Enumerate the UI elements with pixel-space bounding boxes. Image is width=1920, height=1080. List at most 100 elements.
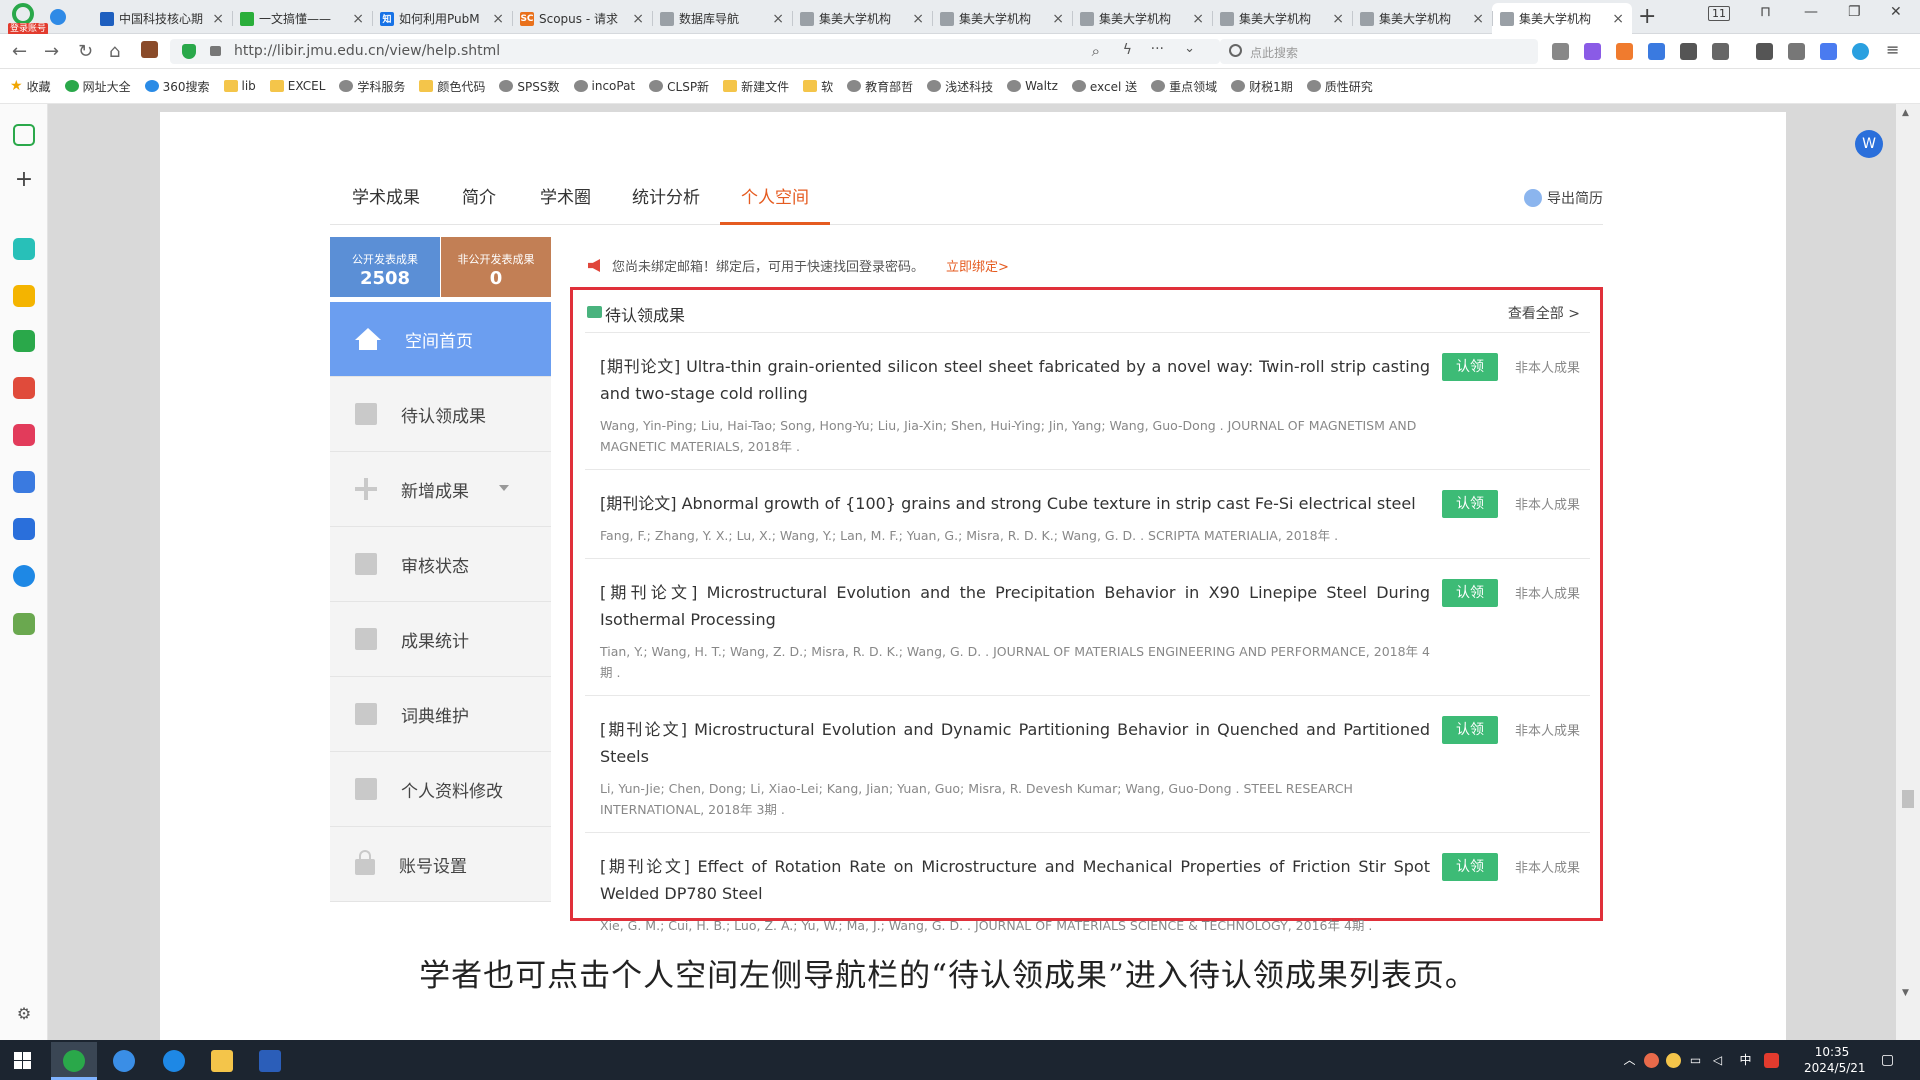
chevron-down-icon[interactable]: ⌄: [1184, 41, 1195, 56]
bookmark-item[interactable]: EXCEL: [269, 79, 325, 93]
extension-orange-icon[interactable]: [1616, 43, 1633, 60]
bookmark-item[interactable]: 颜色代码: [419, 78, 485, 95]
nav-item-result-stats[interactable]: 成果统计: [330, 602, 551, 677]
browser-tab[interactable]: 集美大学机构 ×: [1212, 3, 1352, 34]
ai-icon[interactable]: [1820, 43, 1837, 60]
bookmark-item[interactable]: lib: [223, 79, 256, 93]
browser-tab[interactable]: 集美大学机构 ×: [792, 3, 932, 34]
taskbar-explorer[interactable]: [199, 1042, 245, 1080]
paper-title[interactable]: [期刊论文] Ultra-thin grain-oriented silicon…: [600, 353, 1430, 407]
tab-close-icon[interactable]: ×: [1472, 11, 1484, 27]
not-mine-link[interactable]: 非本人成果: [1515, 720, 1580, 739]
scissors-icon[interactable]: [1552, 43, 1569, 60]
bookmark-item[interactable]: 浅述科技: [927, 78, 993, 95]
browser-tab[interactable]: 集美大学机构 ×: [932, 3, 1072, 34]
claim-button[interactable]: 认领: [1442, 716, 1498, 744]
side-scissors-icon[interactable]: [13, 613, 35, 635]
windows-start-icon[interactable]: [14, 1052, 31, 1069]
paper-title[interactable]: [期刊论文] Abnormal growth of {100} grains a…: [600, 490, 1430, 517]
bookmark-item[interactable]: Waltz: [1007, 79, 1058, 93]
not-mine-link[interactable]: 非本人成果: [1515, 494, 1580, 513]
ime-sogou-icon[interactable]: [1764, 1053, 1779, 1068]
lightning-icon[interactable]: ϟ: [1123, 42, 1132, 58]
stat-public-results[interactable]: 公开发表成果 2508: [330, 237, 440, 297]
side-home-icon[interactable]: [13, 124, 35, 146]
side-star-icon[interactable]: [13, 285, 35, 307]
tab-close-icon[interactable]: ×: [1332, 11, 1344, 27]
bookmark-item[interactable]: incoPat: [573, 79, 635, 93]
url-field[interactable]: http://libir.jmu.edu.cn/view/help.shtml …: [170, 39, 1220, 64]
paper-title[interactable]: [期刊论文] Microstructural Evolution and the…: [600, 579, 1430, 633]
extension-word-icon[interactable]: [1648, 43, 1665, 60]
tab-close-icon[interactable]: ×: [492, 11, 504, 27]
bookmark-item[interactable]: 质性研究: [1306, 78, 1373, 95]
browser-tab[interactable]: 集美大学机构 ×: [1492, 3, 1632, 34]
more-icon[interactable]: ···: [1151, 41, 1164, 57]
forward-icon[interactable]: →: [44, 41, 59, 62]
extension-briefcase-icon[interactable]: [141, 41, 158, 58]
vertical-scrollbar[interactable]: ▲ ▼: [1896, 104, 1920, 1040]
side-chart-ai-icon[interactable]: [13, 471, 35, 493]
bookmark-item[interactable]: ★ 收藏: [10, 78, 51, 95]
new-tab-button[interactable]: +: [1638, 4, 1656, 29]
side-add-icon[interactable]: +: [13, 169, 35, 192]
browser-logo-icon[interactable]: 登录账号: [8, 3, 49, 35]
bookmark-item[interactable]: excel 送: [1071, 78, 1137, 95]
scroll-down-icon[interactable]: ▼: [1902, 988, 1909, 998]
home-icon[interactable]: ⌂: [109, 41, 120, 62]
ime-label[interactable]: 中: [1738, 1053, 1753, 1068]
not-mine-link[interactable]: 非本人成果: [1515, 583, 1580, 602]
browser-tab[interactable]: 中国科技核心期 ×: [92, 3, 232, 34]
browser-tab[interactable]: 知如何利用PubM ×: [372, 3, 512, 34]
claim-button[interactable]: 认领: [1442, 579, 1498, 607]
bookmark-item[interactable]: 360搜索: [144, 78, 210, 95]
browser-tab[interactable]: 集美大学机构 ×: [1352, 3, 1492, 34]
nav-item-add-result[interactable]: 新增成果: [330, 452, 551, 527]
tray-emoji-icon[interactable]: [1666, 1053, 1681, 1068]
site-tab-stats[interactable]: 统计分析: [630, 184, 702, 225]
side-pdf-ai-icon[interactable]: [13, 377, 35, 399]
sync-icon[interactable]: [1852, 43, 1869, 60]
claim-button[interactable]: 认领: [1442, 353, 1498, 381]
view-all-link[interactable]: 查看全部 >: [1508, 303, 1580, 323]
site-tab-intro[interactable]: 简介: [460, 184, 498, 225]
bind-now-link[interactable]: 立即绑定>: [946, 256, 1009, 275]
nav-item-pending-claims[interactable]: 待认领成果: [330, 377, 551, 452]
browser-tab[interactable]: 数据库导航 ×: [652, 3, 792, 34]
taskbar-360-browser[interactable]: [51, 1042, 97, 1080]
scrollbar-thumb[interactable]: [1902, 790, 1914, 808]
zoom-icon[interactable]: ⌕: [1092, 42, 1100, 60]
site-tab-personal-space[interactable]: 个人空间: [720, 184, 830, 225]
taskbar-translate[interactable]: [151, 1042, 197, 1080]
bookmark-item[interactable]: 重点领域: [1151, 78, 1217, 95]
word-float-icon[interactable]: W: [1855, 130, 1883, 158]
paper-title[interactable]: [期刊论文] Effect of Rotation Rate on Micros…: [600, 853, 1430, 907]
puzzle-icon[interactable]: [1712, 43, 1729, 60]
not-mine-link[interactable]: 非本人成果: [1515, 357, 1580, 376]
claim-button[interactable]: 认领: [1442, 853, 1498, 881]
side-app-1-icon[interactable]: [13, 238, 35, 260]
extension-purple-icon[interactable]: [1584, 43, 1601, 60]
tab-count-badge[interactable]: 11: [1708, 6, 1730, 21]
bookmark-item[interactable]: 财税1期: [1231, 78, 1293, 95]
system-clock[interactable]: 10:35 2024/5/21: [1804, 1044, 1866, 1076]
close-window-icon[interactable]: ✕: [1890, 4, 1902, 20]
reload-icon[interactable]: ↻: [78, 41, 93, 62]
scroll-up-icon[interactable]: ▲: [1902, 108, 1909, 118]
url-text[interactable]: http://libir.jmu.edu.cn/view/help.shtml: [234, 43, 500, 59]
tab-close-icon[interactable]: ×: [1052, 11, 1064, 27]
notification-icon[interactable]: ▢: [1880, 1053, 1895, 1068]
site-tab-circle[interactable]: 学术圈: [538, 184, 593, 225]
bookmark-item[interactable]: 新建文件: [723, 78, 789, 95]
back-icon[interactable]: ←: [12, 41, 27, 62]
stat-private-results[interactable]: 非公开发表成果 0: [441, 237, 551, 297]
site-tab-achievements[interactable]: 学术成果: [350, 184, 422, 225]
taskbar-word[interactable]: [247, 1042, 293, 1080]
paper-title[interactable]: [期刊论文] Microstructural Evolution and Dyn…: [600, 716, 1430, 770]
browser-tab[interactable]: 一文搞懂—— ×: [232, 3, 372, 34]
restore-icon[interactable]: ❐: [1848, 4, 1861, 20]
bookmark-item[interactable]: 网址大全: [64, 78, 131, 95]
menu-icon[interactable]: ≡: [1886, 40, 1903, 59]
tray-chevron-icon[interactable]: ︿: [1622, 1053, 1637, 1068]
tab-close-icon[interactable]: ×: [212, 11, 224, 27]
